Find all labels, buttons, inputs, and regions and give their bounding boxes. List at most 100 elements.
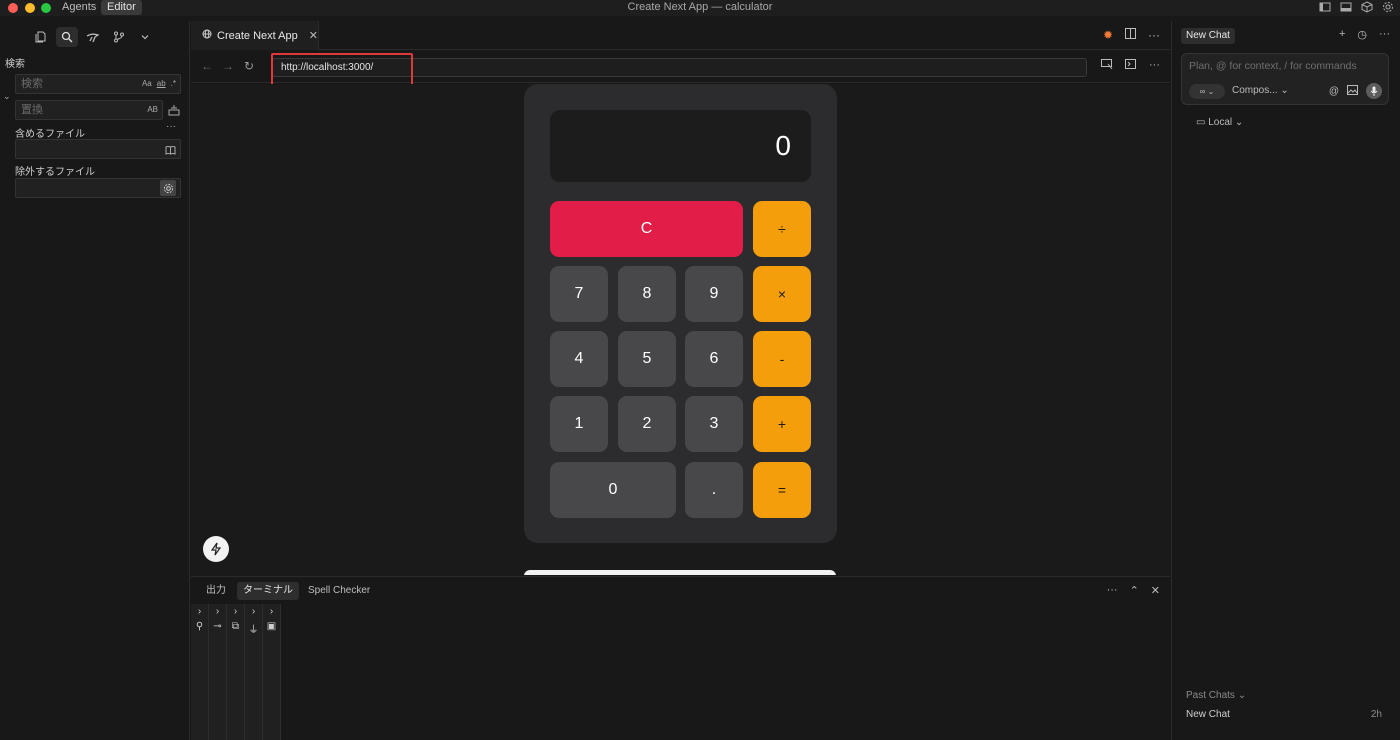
divide-button[interactable]: ÷: [753, 201, 811, 257]
page-next-section-edge: [524, 570, 836, 575]
terminal-pane[interactable]: › ⚲: [191, 604, 209, 740]
toggle-panel-icon[interactable]: [1340, 1, 1352, 13]
calculator-display: 0: [550, 110, 811, 182]
chevron-right-icon[interactable]: ›: [270, 606, 273, 617]
clear-button[interactable]: C: [550, 201, 743, 257]
nine-button[interactable]: 9: [685, 266, 743, 322]
composer-placeholder: Plan, @ for context, / for commands: [1189, 60, 1357, 72]
browser-nav-bar: ← → ↻ http://localhost:3000/ ···: [191, 51, 1170, 87]
mention-at-icon[interactable]: @: [1329, 86, 1339, 97]
search-icon[interactable]: [56, 27, 78, 47]
maximize-panel-icon[interactable]: ⌃: [1130, 584, 1139, 597]
forward-arrow-icon[interactable]: →: [222, 59, 234, 73]
settings-gear-icon[interactable]: [1382, 1, 1394, 13]
chevron-right-icon[interactable]: ›: [198, 606, 201, 617]
regex-toggle[interactable]: .*: [171, 75, 176, 93]
replace-input[interactable]: 置換 AB: [15, 100, 163, 120]
calculator: 0 C ÷ 7 8 9 × 4 5 6 - 1 2 3 + 0 . =: [524, 84, 837, 543]
terminal-pane[interactable]: › ⧉: [227, 604, 245, 740]
sparkle-icon[interactable]: ✹: [1103, 28, 1113, 42]
include-files-input[interactable]: [15, 139, 181, 159]
five-button[interactable]: 5: [618, 331, 676, 387]
plus-button[interactable]: +: [753, 396, 811, 452]
nextjs-dev-indicator-bolt-icon[interactable]: [203, 536, 229, 562]
multiply-button[interactable]: ×: [753, 266, 811, 322]
output-tab[interactable]: 出力: [200, 582, 232, 600]
equals-button[interactable]: =: [753, 462, 811, 518]
explorer-icon[interactable]: [30, 27, 52, 47]
preserve-case-toggle[interactable]: AB: [147, 101, 158, 119]
past-chat-item[interactable]: New Chat: [1186, 709, 1230, 720]
image-attach-icon[interactable]: [1347, 84, 1358, 98]
console-icon[interactable]: [1125, 59, 1137, 73]
open-editors-book-icon[interactable]: [165, 140, 176, 162]
microphone-icon[interactable]: [1366, 83, 1382, 99]
editor-tab-bar: Create Next App ✕ ✹ ···: [191, 21, 1170, 50]
terminal-pane[interactable]: › ⏚: [245, 604, 263, 740]
history-clock-icon[interactable]: ◷: [1357, 28, 1367, 41]
one-button[interactable]: 1: [550, 396, 608, 452]
node-icon: ⊸: [213, 621, 222, 632]
terminal-tab[interactable]: ターミナル: [237, 582, 299, 600]
new-chat-plus-icon[interactable]: +: [1339, 28, 1345, 41]
exclude-files-input[interactable]: [15, 178, 181, 198]
three-button[interactable]: 3: [685, 396, 743, 452]
search-input[interactable]: 検索 Aa ab .*: [15, 74, 181, 94]
terminal-pane[interactable]: › ⊸: [209, 604, 227, 740]
chat-composer[interactable]: Plan, @ for context, / for commands ∞ ⌄ …: [1181, 53, 1389, 105]
inspect-element-icon[interactable]: [1101, 59, 1113, 73]
chat-panel: New Chat + ◷ ··· Plan, @ for context, / …: [1171, 21, 1400, 740]
past-chat-time: 2h: [1370, 709, 1382, 720]
reload-icon[interactable]: ↻: [244, 59, 254, 73]
six-button[interactable]: 6: [685, 331, 743, 387]
close-tab-icon[interactable]: ✕: [309, 29, 318, 42]
model-name: Compos...: [1232, 85, 1278, 96]
browser-tab[interactable]: Create Next App ✕: [191, 21, 319, 50]
replace-all-icon[interactable]: [168, 104, 180, 116]
panel-more-icon[interactable]: ···: [1107, 584, 1118, 597]
search-placeholder: 検索: [21, 78, 43, 90]
zero-button[interactable]: 0: [550, 462, 676, 518]
model-selector[interactable]: Compos... ⌄: [1232, 85, 1289, 96]
close-panel-icon[interactable]: ✕: [1151, 584, 1160, 597]
cube-icon[interactable]: [1361, 1, 1373, 13]
search-section-title: 検索: [5, 59, 25, 70]
tool-icon: ⚲: [195, 621, 204, 632]
eight-button[interactable]: 8: [618, 266, 676, 322]
past-chats-label[interactable]: Past Chats ⌄: [1186, 690, 1246, 701]
spell-checker-tab[interactable]: Spell Checker: [302, 582, 376, 600]
agent-mode-selector[interactable]: ∞ ⌄: [1189, 84, 1225, 99]
back-arrow-icon[interactable]: ←: [201, 59, 213, 73]
replace-toggle-chevron-icon[interactable]: ⌄: [3, 91, 11, 102]
include-files-label: 含めるファイル: [15, 129, 85, 140]
toggle-sidebar-icon[interactable]: [1319, 1, 1331, 13]
terminal-columns: › ⚲ › ⊸ › ⧉ › ⏚ › ▣: [191, 604, 281, 740]
location-selector[interactable]: ▭ Local ⌄: [1196, 117, 1243, 128]
chevron-right-icon[interactable]: ›: [234, 606, 237, 617]
decimal-button[interactable]: .: [685, 462, 743, 518]
browser-more-icon[interactable]: ···: [1149, 59, 1160, 73]
four-button[interactable]: 4: [550, 331, 608, 387]
terminal-pane[interactable]: › ▣: [263, 604, 281, 740]
plug-icon: ⏚: [248, 625, 259, 636]
source-control-icon[interactable]: [108, 27, 130, 47]
seven-button[interactable]: 7: [550, 266, 608, 322]
bottom-panel: 出力 ターミナル Spell Checker ··· ⌃ ✕ › ⚲ › ⊸ › ⧉ …: [191, 576, 1170, 740]
use-exclude-settings-gear-icon[interactable]: [160, 180, 176, 196]
chat-more-icon[interactable]: ···: [1379, 28, 1390, 41]
more-views-chevron-icon[interactable]: [134, 27, 156, 47]
more-options-icon[interactable]: ···: [166, 121, 176, 132]
match-case-toggle[interactable]: Aa: [142, 75, 152, 93]
title-bar: Agents Editor Create Next App — calculat…: [0, 0, 1400, 16]
split-editor-icon[interactable]: [1125, 28, 1136, 42]
chevron-right-icon[interactable]: ›: [252, 606, 255, 617]
kangaroo-extension-icon[interactable]: [82, 27, 104, 47]
more-actions-icon[interactable]: ···: [1148, 28, 1160, 42]
new-chat-tab[interactable]: New Chat: [1181, 28, 1235, 44]
search-sidebar: 検索 ⌄ 検索 Aa ab .* 置換 AB 含めるファイル ··· 除外するフ…: [0, 21, 190, 740]
match-word-toggle[interactable]: ab: [157, 75, 166, 93]
minus-button[interactable]: -: [753, 331, 811, 387]
infinity-icon: ∞: [1199, 87, 1206, 96]
chevron-right-icon[interactable]: ›: [216, 606, 219, 617]
two-button[interactable]: 2: [618, 396, 676, 452]
